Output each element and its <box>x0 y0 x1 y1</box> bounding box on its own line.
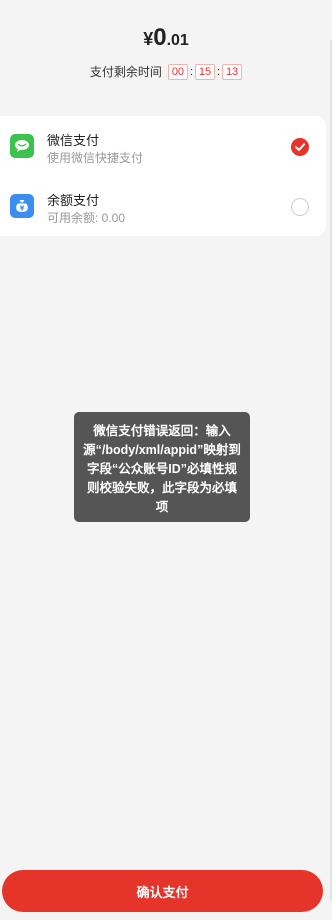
payment-option-title: 微信支付 <box>47 133 100 148</box>
payment-option-subtitle: 使用微信快捷支付 <box>47 151 144 165</box>
radio-checked-icon[interactable] <box>291 138 309 156</box>
timer-hours: 00 <box>167 63 188 80</box>
confirm-payment-button[interactable]: 确认支付 <box>2 870 323 912</box>
wechat-icon <box>10 134 34 158</box>
amount-decimal: .01 <box>166 32 189 49</box>
wallet-icon: ¥ <box>10 194 34 218</box>
svg-text:¥: ¥ <box>20 204 25 212</box>
payment-method-list: 微信支付 使用微信快捷支付 ¥ 余额支付 可用余额: 0.00 <box>0 116 326 236</box>
timer-separator: : <box>217 65 221 78</box>
payment-amount: ¥0.01 <box>0 24 332 52</box>
error-toast: 微信支付错误返回：输入源“/body/xml/appid”映射到字段“公众账号I… <box>74 412 250 522</box>
currency-symbol: ¥ <box>143 29 154 49</box>
timer-separator: : <box>189 65 193 78</box>
payment-option-subtitle: 可用余额: 0.00 <box>47 211 126 225</box>
payment-option-title: 余额支付 <box>47 193 100 208</box>
timer-seconds: 13 <box>222 63 243 80</box>
timer-label: 支付剩余时间 <box>89 65 162 79</box>
payment-option-wechat[interactable]: 微信支付 使用微信快捷支付 <box>0 116 326 176</box>
payment-option-balance[interactable]: ¥ 余额支付 可用余额: 0.00 <box>0 176 326 236</box>
timer-minutes: 15 <box>195 63 215 80</box>
countdown-timer: 支付剩余时间 00 : 15 : 13 <box>0 63 332 80</box>
amount-integer: 0 <box>153 24 167 51</box>
radio-unchecked-icon[interactable] <box>291 198 309 216</box>
